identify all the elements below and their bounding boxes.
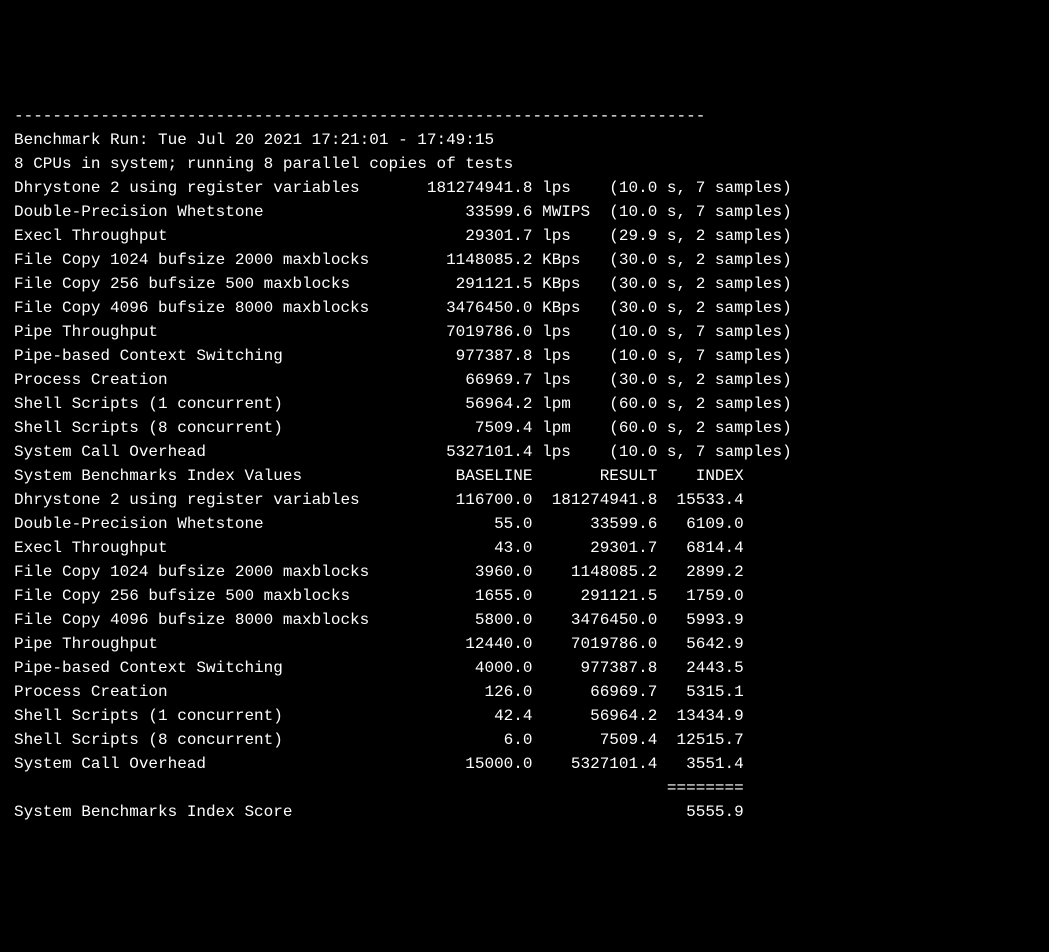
index-row: File Copy 4096 bufsize 8000 maxblocks 58…: [14, 608, 1035, 632]
index-row: File Copy 256 bufsize 500 maxblocks 1655…: [14, 584, 1035, 608]
test-result-row: Shell Scripts (8 concurrent) 7509.4 lpm …: [14, 416, 1035, 440]
index-row: Dhrystone 2 using register variables 116…: [14, 488, 1035, 512]
score-separator-line: ========: [14, 776, 1035, 800]
index-row: Pipe-based Context Switching 4000.0 9773…: [14, 656, 1035, 680]
test-result-row: Pipe-based Context Switching 977387.8 lp…: [14, 344, 1035, 368]
test-result-row: File Copy 256 bufsize 500 maxblocks 2911…: [14, 272, 1035, 296]
test-result-row: Pipe Throughput 7019786.0 lps (10.0 s, 7…: [14, 320, 1035, 344]
score-line: System Benchmarks Index Score 5555.9: [14, 800, 1035, 824]
test-result-row: Shell Scripts (1 concurrent) 56964.2 lpm…: [14, 392, 1035, 416]
benchmark-run-line: Benchmark Run: Tue Jul 20 2021 17:21:01 …: [14, 128, 1035, 152]
test-result-row: Process Creation 66969.7 lps (30.0 s, 2 …: [14, 368, 1035, 392]
test-result-row: File Copy 1024 bufsize 2000 maxblocks 11…: [14, 248, 1035, 272]
index-row: Execl Throughput 43.0 29301.7 6814.4: [14, 536, 1035, 560]
test-result-row: Dhrystone 2 using register variables 181…: [14, 176, 1035, 200]
terminal-output: ----------------------------------------…: [14, 104, 1035, 824]
index-row: Pipe Throughput 12440.0 7019786.0 5642.9: [14, 632, 1035, 656]
test-result-row: System Call Overhead 5327101.4 lps (10.0…: [14, 440, 1035, 464]
index-row: System Call Overhead 15000.0 5327101.4 3…: [14, 752, 1035, 776]
index-header-row: System Benchmarks Index Values BASELINE …: [14, 464, 1035, 488]
index-row: Process Creation 126.0 66969.7 5315.1: [14, 680, 1035, 704]
index-row: Shell Scripts (8 concurrent) 6.0 7509.4 …: [14, 728, 1035, 752]
index-row: File Copy 1024 bufsize 2000 maxblocks 39…: [14, 560, 1035, 584]
index-row: Double-Precision Whetstone 55.0 33599.6 …: [14, 512, 1035, 536]
test-result-row: Execl Throughput 29301.7 lps (29.9 s, 2 …: [14, 224, 1035, 248]
separator-line: ----------------------------------------…: [14, 104, 1035, 128]
cpu-info-line: 8 CPUs in system; running 8 parallel cop…: [14, 152, 1035, 176]
index-row: Shell Scripts (1 concurrent) 42.4 56964.…: [14, 704, 1035, 728]
test-result-row: Double-Precision Whetstone 33599.6 MWIPS…: [14, 200, 1035, 224]
test-result-row: File Copy 4096 bufsize 8000 maxblocks 34…: [14, 296, 1035, 320]
